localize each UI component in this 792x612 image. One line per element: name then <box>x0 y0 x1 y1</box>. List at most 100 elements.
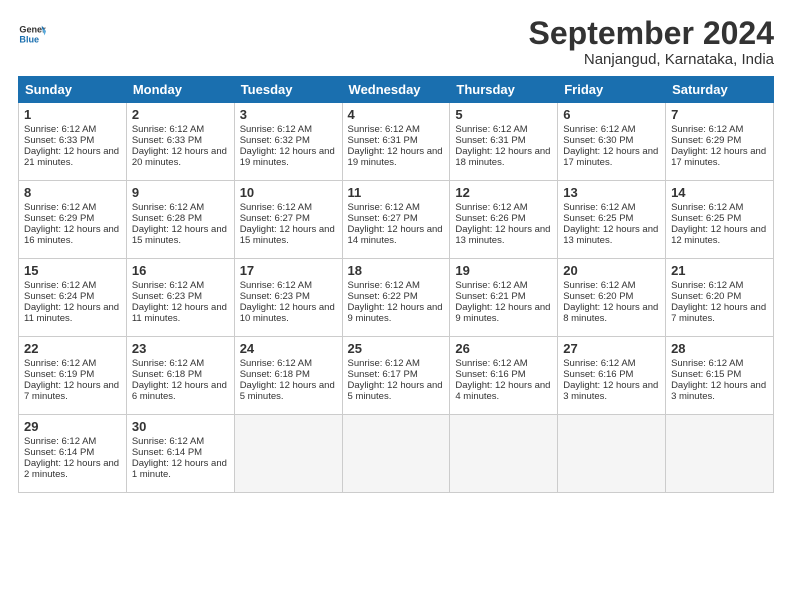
location: Nanjangud, Karnataka, India <box>529 51 774 68</box>
table-row: 15 Sunrise: 6:12 AM Sunset: 6:24 PM Dayl… <box>19 259 127 337</box>
day-number: 30 <box>132 419 229 434</box>
table-row: 21 Sunrise: 6:12 AM Sunset: 6:20 PM Dayl… <box>666 259 774 337</box>
table-row: 11 Sunrise: 6:12 AM Sunset: 6:27 PM Dayl… <box>342 181 450 259</box>
day-number: 29 <box>24 419 121 434</box>
sunset-label: Sunset: 6:33 PM <box>24 135 94 146</box>
sunrise-label: Sunrise: 6:12 AM <box>348 124 420 135</box>
daylight-label: Daylight: 12 hours and 17 minutes. <box>671 146 766 168</box>
table-row: 19 Sunrise: 6:12 AM Sunset: 6:21 PM Dayl… <box>450 259 558 337</box>
sunrise-label: Sunrise: 6:12 AM <box>240 124 312 135</box>
daylight-label: Daylight: 12 hours and 10 minutes. <box>240 302 335 324</box>
day-number: 10 <box>240 185 337 200</box>
day-number: 6 <box>563 107 660 122</box>
sunset-label: Sunset: 6:23 PM <box>240 291 310 302</box>
table-row: 16 Sunrise: 6:12 AM Sunset: 6:23 PM Dayl… <box>126 259 234 337</box>
day-number: 21 <box>671 263 768 278</box>
sunset-label: Sunset: 6:27 PM <box>348 213 418 224</box>
header: General Blue September 2024 Nanjangud, K… <box>18 16 774 68</box>
title-section: September 2024 Nanjangud, Karnataka, Ind… <box>529 16 774 68</box>
daylight-label: Daylight: 12 hours and 14 minutes. <box>348 224 443 246</box>
daylight-label: Daylight: 12 hours and 13 minutes. <box>563 224 658 246</box>
sunrise-label: Sunrise: 6:12 AM <box>240 280 312 291</box>
day-number: 1 <box>24 107 121 122</box>
daylight-label: Daylight: 12 hours and 11 minutes. <box>132 302 227 324</box>
calendar: Sunday Monday Tuesday Wednesday Thursday… <box>18 76 774 493</box>
day-number: 25 <box>348 341 445 356</box>
daylight-label: Daylight: 12 hours and 16 minutes. <box>24 224 119 246</box>
day-number: 17 <box>240 263 337 278</box>
sunrise-label: Sunrise: 6:12 AM <box>671 202 743 213</box>
day-number: 18 <box>348 263 445 278</box>
daylight-label: Daylight: 12 hours and 9 minutes. <box>348 302 443 324</box>
sunrise-label: Sunrise: 6:12 AM <box>563 280 635 291</box>
sunrise-label: Sunrise: 6:12 AM <box>455 358 527 369</box>
table-row: 26 Sunrise: 6:12 AM Sunset: 6:16 PM Dayl… <box>450 337 558 415</box>
daylight-label: Daylight: 12 hours and 17 minutes. <box>563 146 658 168</box>
daylight-label: Daylight: 12 hours and 13 minutes. <box>455 224 550 246</box>
sunset-label: Sunset: 6:31 PM <box>455 135 525 146</box>
table-row: 17 Sunrise: 6:12 AM Sunset: 6:23 PM Dayl… <box>234 259 342 337</box>
day-number: 12 <box>455 185 552 200</box>
sunrise-label: Sunrise: 6:12 AM <box>348 202 420 213</box>
day-number: 13 <box>563 185 660 200</box>
daylight-label: Daylight: 12 hours and 7 minutes. <box>671 302 766 324</box>
day-number: 28 <box>671 341 768 356</box>
sunrise-label: Sunrise: 6:12 AM <box>132 358 204 369</box>
sunrise-label: Sunrise: 6:12 AM <box>671 358 743 369</box>
sunset-label: Sunset: 6:23 PM <box>132 291 202 302</box>
sunrise-label: Sunrise: 6:12 AM <box>563 124 635 135</box>
page: General Blue September 2024 Nanjangud, K… <box>0 0 792 612</box>
sunrise-label: Sunrise: 6:12 AM <box>563 202 635 213</box>
sunset-label: Sunset: 6:18 PM <box>132 369 202 380</box>
daylight-label: Daylight: 12 hours and 3 minutes. <box>563 380 658 402</box>
col-thursday: Thursday <box>450 77 558 103</box>
sunset-label: Sunset: 6:29 PM <box>671 135 741 146</box>
sunrise-label: Sunrise: 6:12 AM <box>240 358 312 369</box>
table-row: 23 Sunrise: 6:12 AM Sunset: 6:18 PM Dayl… <box>126 337 234 415</box>
table-row <box>450 415 558 493</box>
calendar-week: 1 Sunrise: 6:12 AM Sunset: 6:33 PM Dayli… <box>19 103 774 181</box>
table-row: 18 Sunrise: 6:12 AM Sunset: 6:22 PM Dayl… <box>342 259 450 337</box>
table-row: 12 Sunrise: 6:12 AM Sunset: 6:26 PM Dayl… <box>450 181 558 259</box>
day-number: 26 <box>455 341 552 356</box>
table-row <box>342 415 450 493</box>
day-number: 23 <box>132 341 229 356</box>
day-number: 19 <box>455 263 552 278</box>
sunset-label: Sunset: 6:32 PM <box>240 135 310 146</box>
sunset-label: Sunset: 6:26 PM <box>455 213 525 224</box>
daylight-label: Daylight: 12 hours and 19 minutes. <box>240 146 335 168</box>
table-row <box>666 415 774 493</box>
table-row: 8 Sunrise: 6:12 AM Sunset: 6:29 PM Dayli… <box>19 181 127 259</box>
daylight-label: Daylight: 12 hours and 2 minutes. <box>24 458 119 480</box>
day-number: 3 <box>240 107 337 122</box>
day-number: 24 <box>240 341 337 356</box>
day-number: 14 <box>671 185 768 200</box>
daylight-label: Daylight: 12 hours and 15 minutes. <box>240 224 335 246</box>
sunrise-label: Sunrise: 6:12 AM <box>348 358 420 369</box>
col-friday: Friday <box>558 77 666 103</box>
sunrise-label: Sunrise: 6:12 AM <box>24 124 96 135</box>
sunset-label: Sunset: 6:16 PM <box>563 369 633 380</box>
col-wednesday: Wednesday <box>342 77 450 103</box>
daylight-label: Daylight: 12 hours and 21 minutes. <box>24 146 119 168</box>
sunset-label: Sunset: 6:25 PM <box>671 213 741 224</box>
sunrise-label: Sunrise: 6:12 AM <box>671 280 743 291</box>
daylight-label: Daylight: 12 hours and 12 minutes. <box>671 224 766 246</box>
day-number: 7 <box>671 107 768 122</box>
table-row: 4 Sunrise: 6:12 AM Sunset: 6:31 PM Dayli… <box>342 103 450 181</box>
daylight-label: Daylight: 12 hours and 19 minutes. <box>348 146 443 168</box>
sunset-label: Sunset: 6:16 PM <box>455 369 525 380</box>
calendar-week: 15 Sunrise: 6:12 AM Sunset: 6:24 PM Dayl… <box>19 259 774 337</box>
sunset-label: Sunset: 6:22 PM <box>348 291 418 302</box>
sunset-label: Sunset: 6:15 PM <box>671 369 741 380</box>
col-monday: Monday <box>126 77 234 103</box>
table-row: 3 Sunrise: 6:12 AM Sunset: 6:32 PM Dayli… <box>234 103 342 181</box>
sunrise-label: Sunrise: 6:12 AM <box>24 202 96 213</box>
sunset-label: Sunset: 6:33 PM <box>132 135 202 146</box>
sunrise-label: Sunrise: 6:12 AM <box>24 280 96 291</box>
sunrise-label: Sunrise: 6:12 AM <box>132 202 204 213</box>
daylight-label: Daylight: 12 hours and 11 minutes. <box>24 302 119 324</box>
logo: General Blue <box>18 20 46 48</box>
sunset-label: Sunset: 6:18 PM <box>240 369 310 380</box>
svg-text:Blue: Blue <box>19 34 39 44</box>
